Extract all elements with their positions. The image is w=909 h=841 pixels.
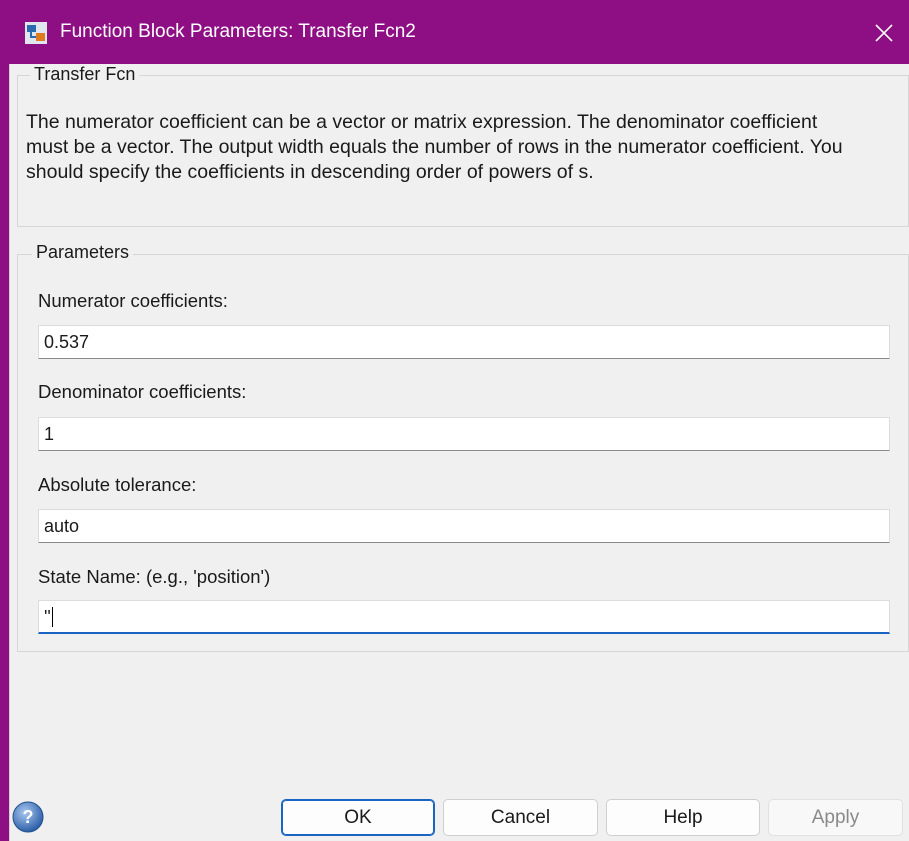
tolerance-value: auto bbox=[44, 516, 80, 536]
numerator-label: Numerator coefficients: bbox=[38, 290, 228, 311]
help-icon[interactable]: ? bbox=[12, 801, 44, 833]
help-button[interactable]: Help bbox=[606, 799, 760, 836]
apply-button[interactable]: Apply bbox=[768, 799, 903, 836]
absolute-tolerance-field[interactable]: auto bbox=[38, 509, 890, 543]
close-icon bbox=[875, 24, 893, 42]
block-description: The numerator coefficient can be a vecto… bbox=[26, 111, 843, 183]
parameters-group-title: Parameters bbox=[32, 242, 134, 263]
state-name-label: State Name: (e.g., 'position') bbox=[38, 566, 271, 587]
state-name-value: '' bbox=[44, 607, 51, 627]
parameters-group bbox=[17, 254, 909, 652]
block-group-title: Transfer Fcn bbox=[30, 64, 140, 85]
numerator-field[interactable]: 0.537 bbox=[38, 325, 890, 359]
simulink-block-icon bbox=[25, 22, 47, 44]
ok-button[interactable]: OK bbox=[281, 799, 435, 836]
text-caret bbox=[51, 607, 53, 627]
svg-text:?: ? bbox=[23, 807, 34, 827]
state-name-field[interactable]: '' bbox=[38, 600, 890, 634]
tolerance-label: Absolute tolerance: bbox=[38, 474, 197, 495]
title-bar[interactable]: Function Block Parameters: Transfer Fcn2 bbox=[0, 0, 909, 64]
close-button[interactable] bbox=[862, 12, 906, 54]
window-title: Function Block Parameters: Transfer Fcn2 bbox=[60, 21, 416, 42]
denominator-field[interactable]: 1 bbox=[38, 417, 890, 451]
numerator-value: 0.537 bbox=[44, 332, 90, 352]
cancel-button[interactable]: Cancel bbox=[443, 799, 598, 836]
denominator-label: Denominator coefficients: bbox=[38, 381, 247, 402]
denominator-value: 1 bbox=[44, 424, 55, 444]
dialog-window: Function Block Parameters: Transfer Fcn2… bbox=[0, 0, 909, 841]
